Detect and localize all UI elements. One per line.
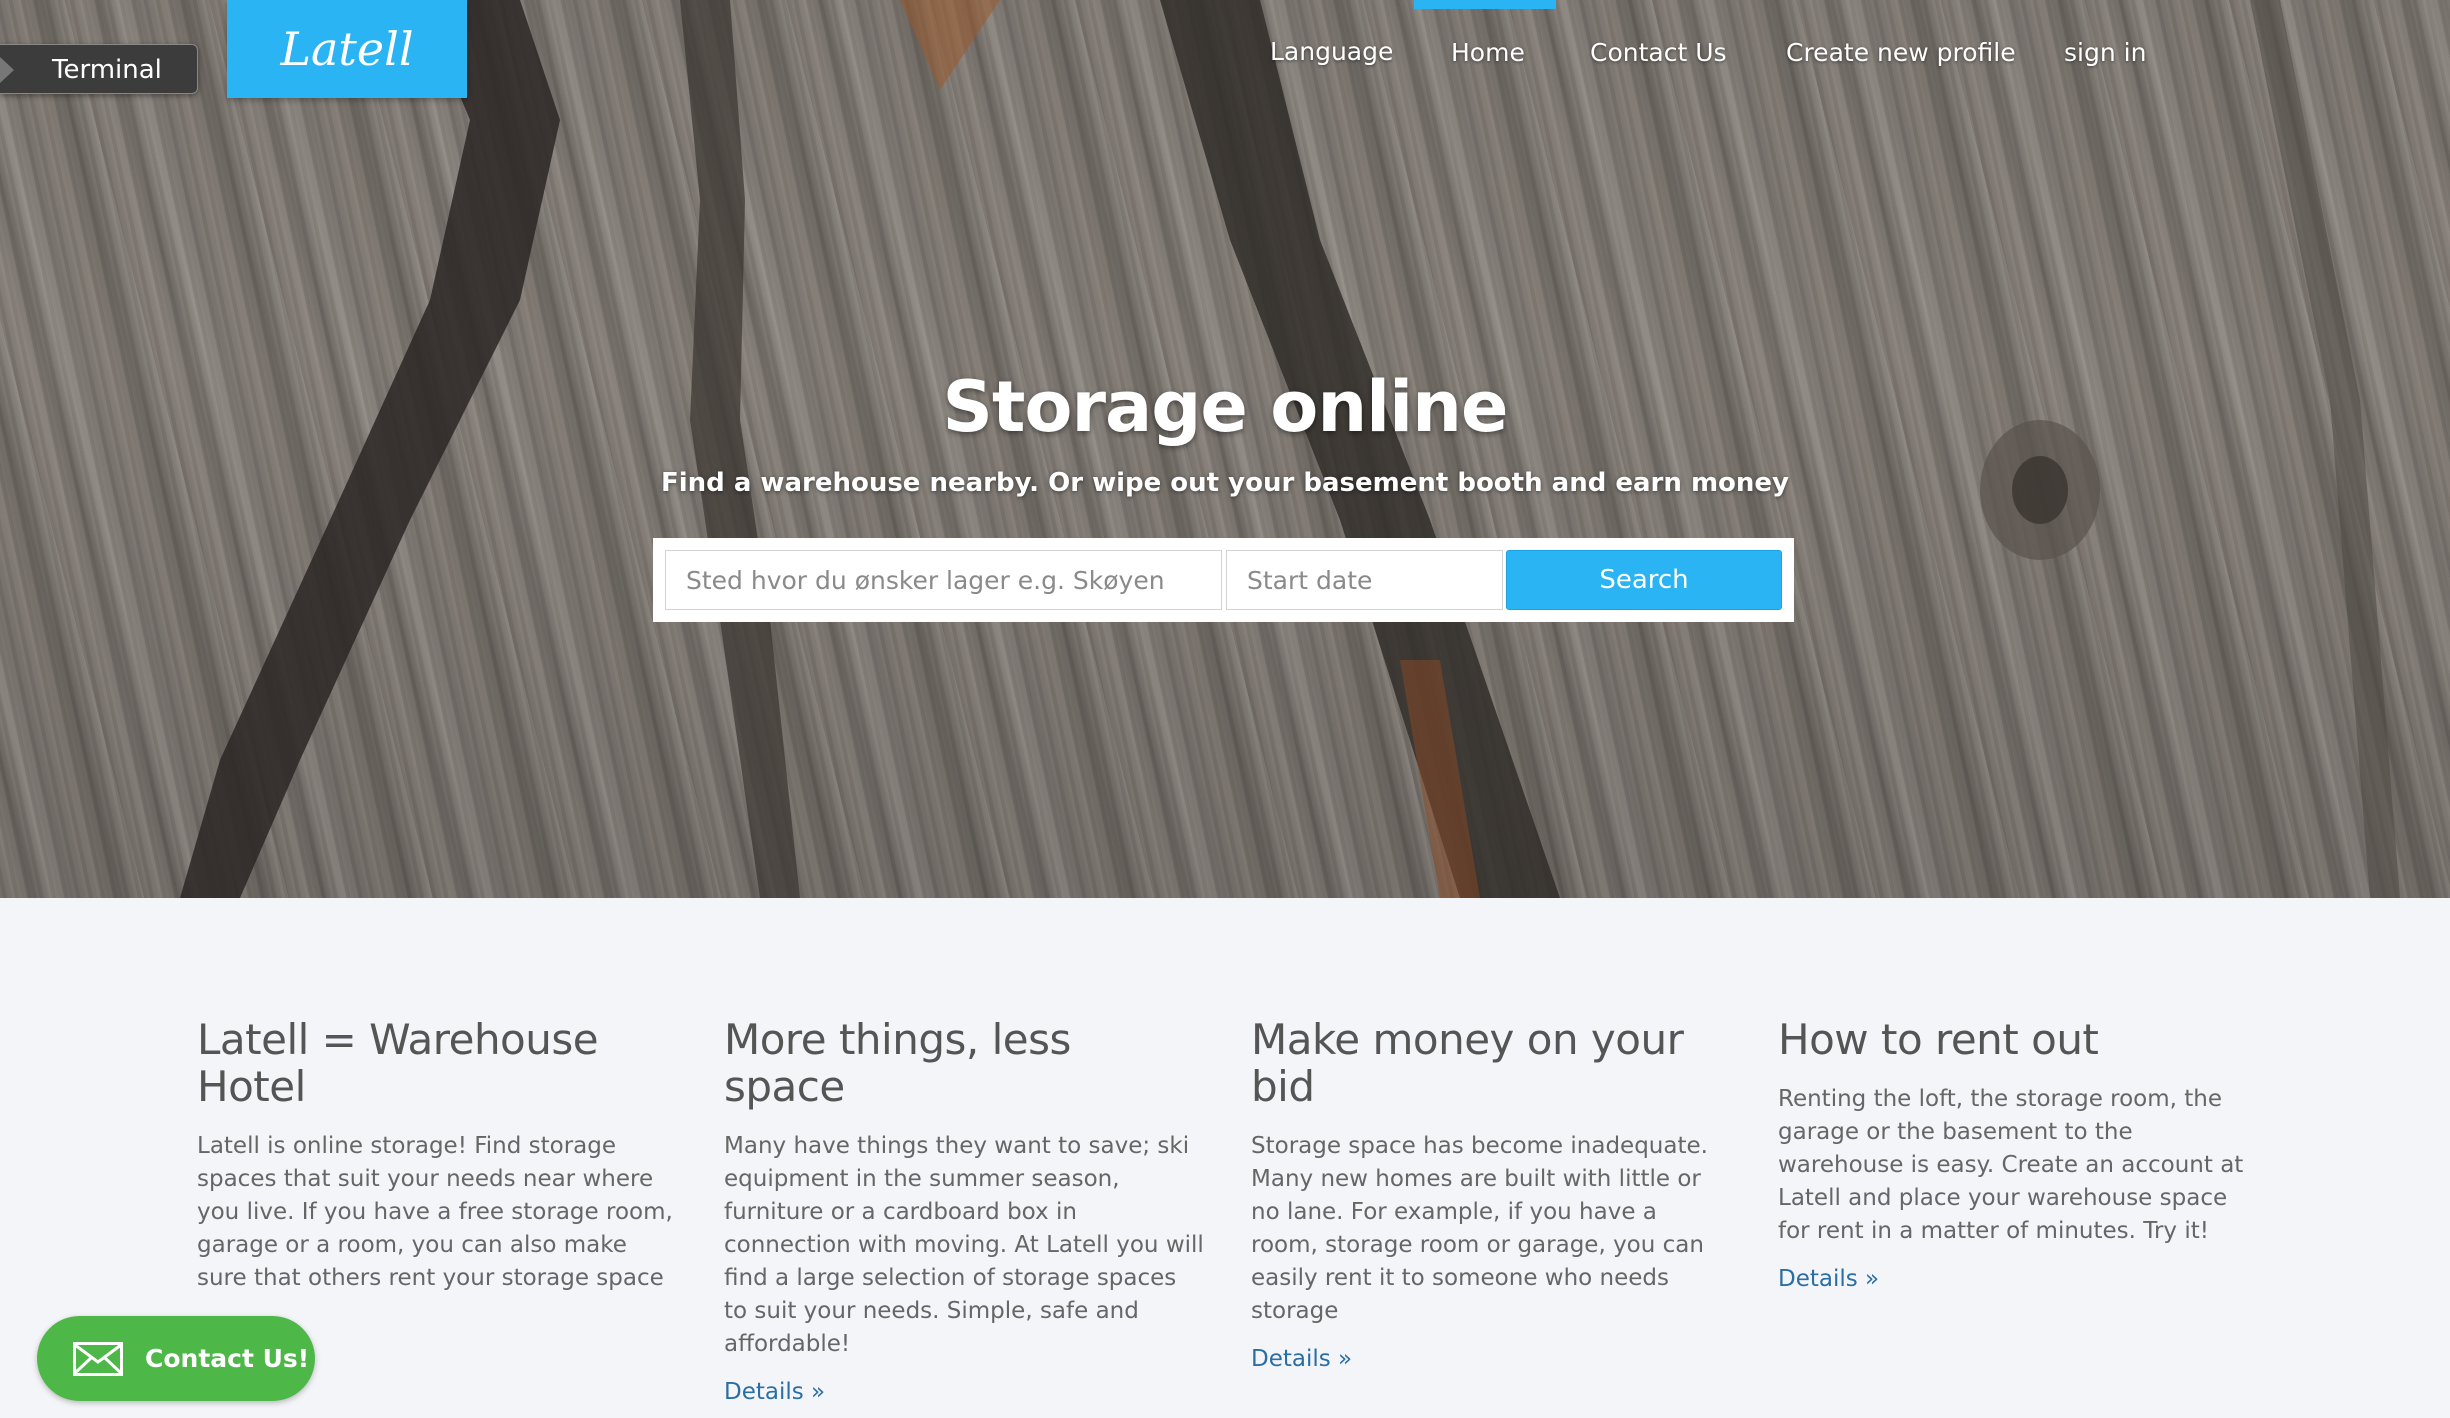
feature-body: Storage space has become inadequate. Man… xyxy=(1251,1133,1708,1324)
feature-column-warehouse-hotel: Latell = Warehouse Hotel Latell is onlin… xyxy=(197,1016,677,1313)
feature-title: Make money on your bid xyxy=(1251,1015,1684,1111)
feature-column-more-things: More things, less space Many have things… xyxy=(724,1016,1204,1405)
nav-item-create-profile[interactable]: Create new profile xyxy=(1786,38,2016,67)
details-link[interactable]: Details » xyxy=(1778,1266,1879,1292)
contact-us-label: Contact Us! xyxy=(145,1344,310,1373)
search-bar: Search xyxy=(653,538,1794,622)
hero-subtitle: Find a warehouse nearby. Or wipe out you… xyxy=(660,468,1789,498)
feature-title: Latell = Warehouse Hotel xyxy=(197,1015,599,1111)
hero-title: Storage online xyxy=(942,366,1509,448)
nav-active-indicator xyxy=(1414,0,1556,9)
main-nav: Language Home Contact Us Create new prof… xyxy=(0,0,2450,100)
feature-column-how-to-rent: How to rent out Renting the loft, the st… xyxy=(1778,1016,2248,1292)
wood-crack-decoration xyxy=(180,0,2400,898)
start-date-input[interactable] xyxy=(1226,550,1503,610)
nav-item-sign-in[interactable]: sign in xyxy=(2064,38,2146,67)
nav-item-language[interactable]: Language xyxy=(1270,37,1393,66)
details-link[interactable]: Details » xyxy=(724,1379,825,1405)
details-link[interactable]: Details » xyxy=(1251,1346,1352,1372)
feature-body: Latell is online storage! Find storage s… xyxy=(197,1133,673,1291)
nav-item-home[interactable]: Home xyxy=(1451,38,1525,67)
mail-icon xyxy=(73,1342,123,1376)
feature-title: More things, less space xyxy=(724,1015,1071,1111)
contact-us-button[interactable]: Contact Us! xyxy=(37,1316,315,1401)
hero-banner xyxy=(0,0,2450,898)
nav-item-contact-us[interactable]: Contact Us xyxy=(1590,38,1727,67)
location-search-input[interactable] xyxy=(665,550,1222,610)
feature-column-make-money: Make money on your bid Storage space has… xyxy=(1251,1016,1721,1372)
feature-body: Renting the loft, the storage room, the … xyxy=(1778,1086,2244,1244)
feature-title: How to rent out xyxy=(1778,1015,2099,1064)
feature-body: Many have things they want to save; ski … xyxy=(724,1133,1204,1357)
search-button[interactable]: Search xyxy=(1506,550,1782,610)
